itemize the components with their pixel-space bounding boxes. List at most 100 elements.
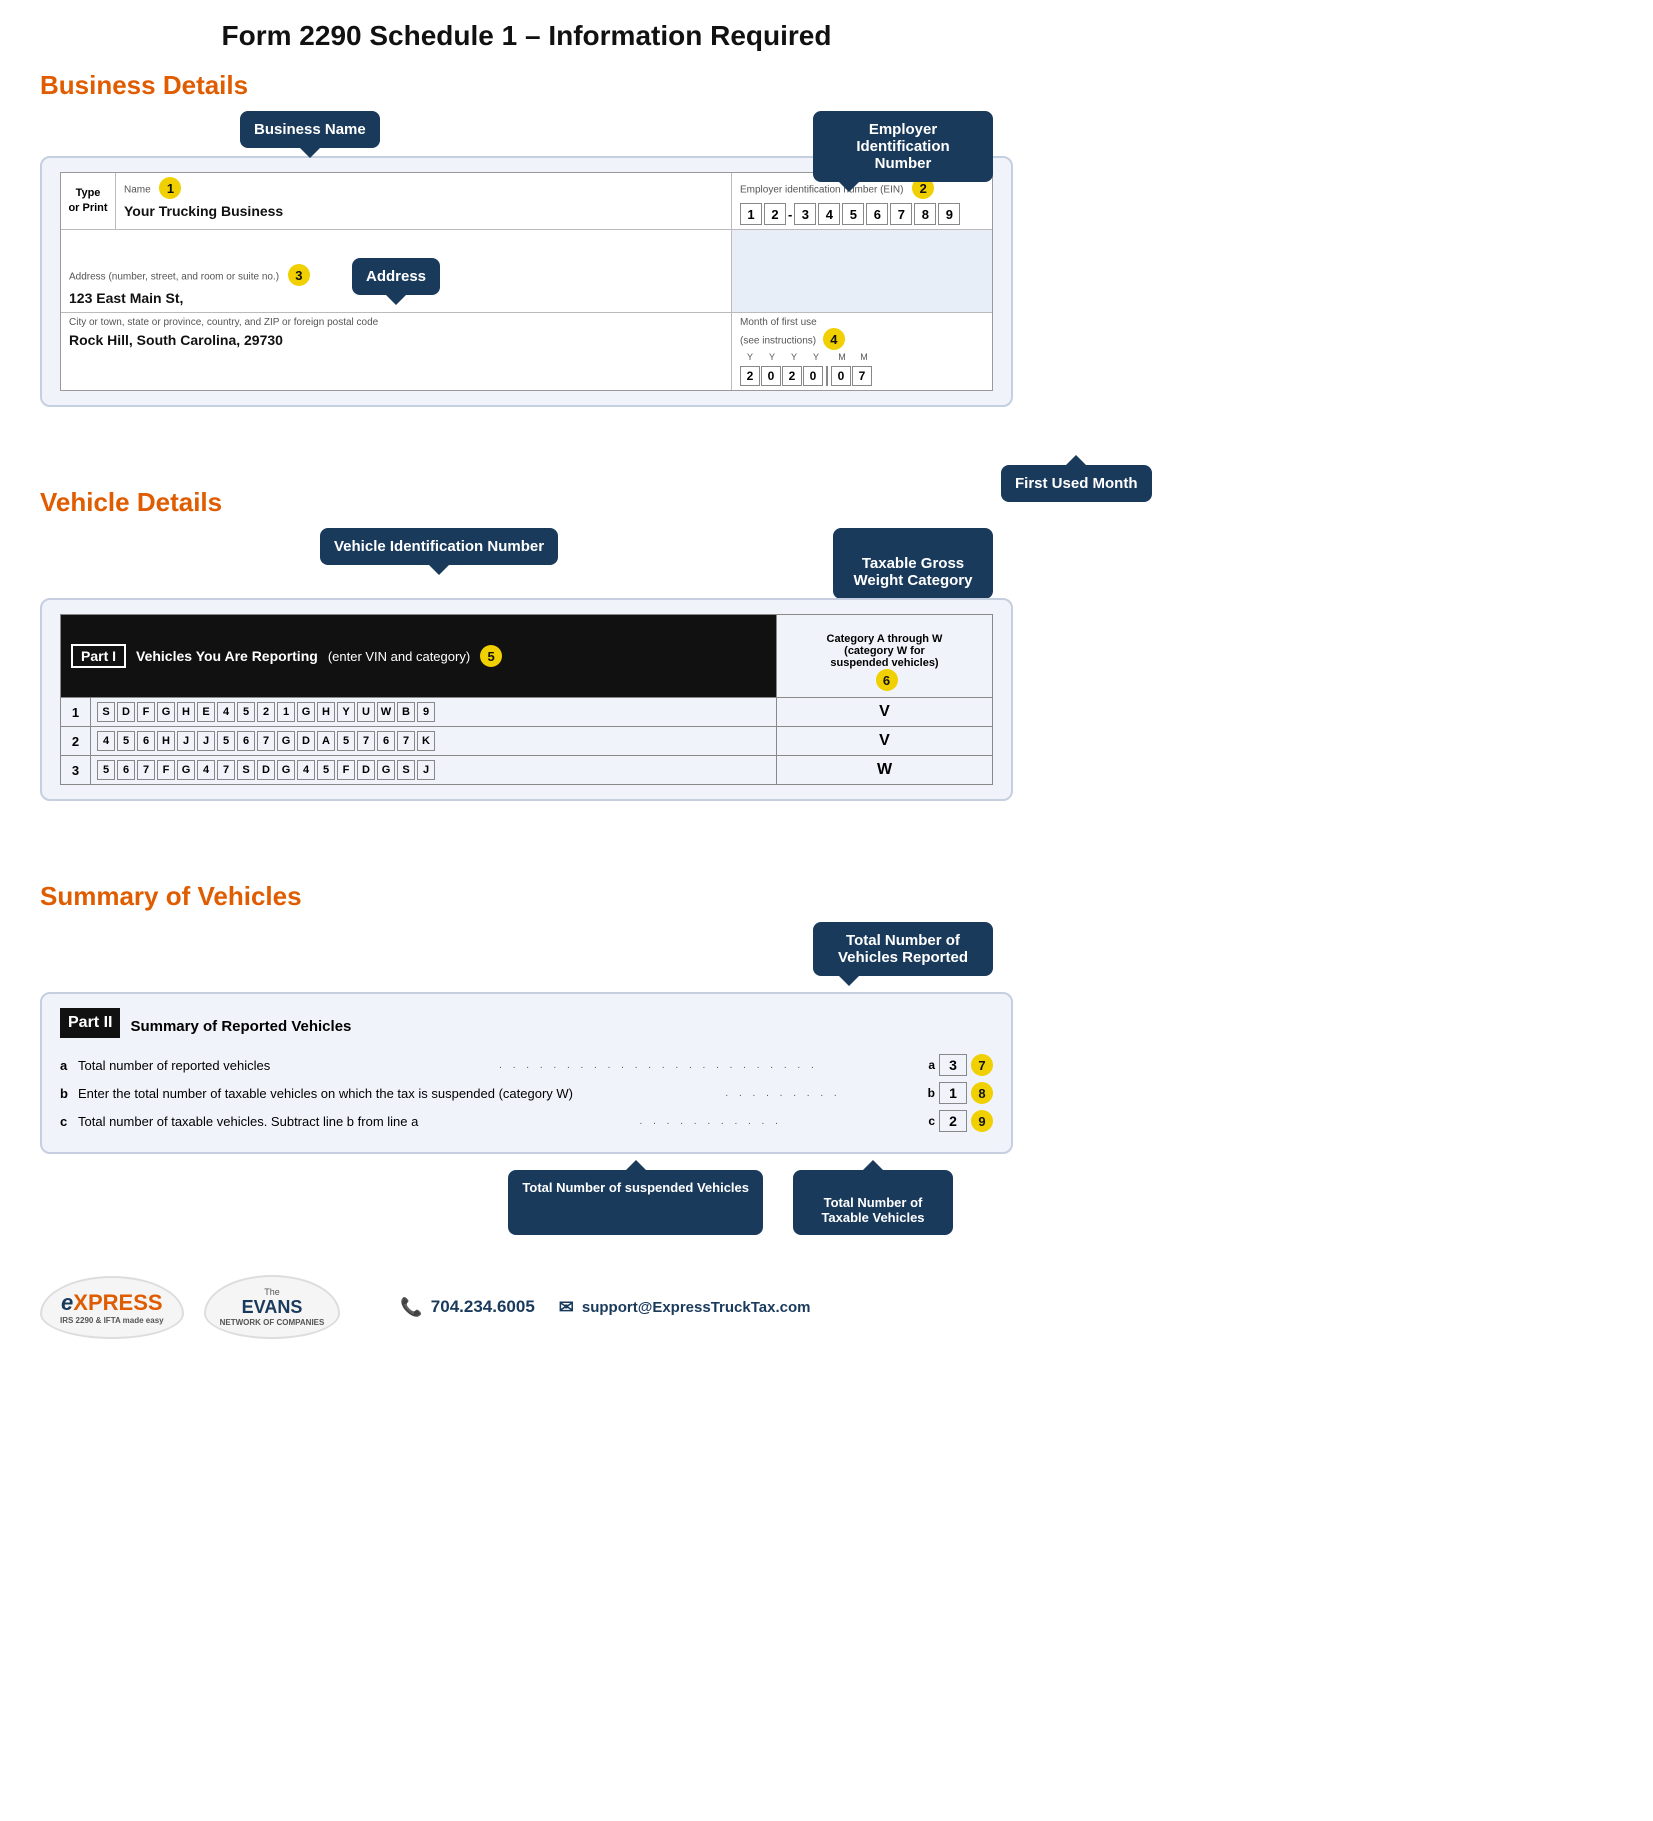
vehicle-row-3-vin: 567FG47SDG45FDGSJ — [91, 756, 777, 785]
business-form: Typeor Print Name 1 Your Trucking Busine… — [60, 172, 993, 391]
row-a-dots: . . . . . . . . . . . . . . . . . . . . … — [499, 1060, 920, 1071]
evans-name: EVANS — [242, 1297, 303, 1318]
form-row-3: City or town, state or province, country… — [61, 313, 992, 390]
ein-digit-4: 4 — [818, 203, 840, 225]
phone-number: 704.234.6005 — [431, 1297, 535, 1317]
summary-row-c: c Total number of taxable vehicles. Subt… — [60, 1110, 993, 1132]
row-c-value-box: 2 — [939, 1110, 967, 1132]
month-year-labels: Y Y Y Y M M — [740, 352, 984, 362]
name-badge: 1 — [159, 177, 181, 199]
business-form-card: Address First Used Month Typeor Print Na… — [40, 156, 1013, 407]
row-a-label: a — [60, 1058, 78, 1073]
summary-section: Summary of Vehicles Total Number of Vehi… — [40, 881, 1013, 1235]
month-digit-3: 2 — [782, 366, 802, 386]
name-cell: Name 1 Your Trucking Business — [116, 173, 732, 229]
vehicle-row-2-category: V — [777, 727, 993, 756]
page-title: Form 2290 Schedule 1 – Information Requi… — [40, 20, 1013, 52]
row-b-field: b — [928, 1086, 935, 1100]
evans-the: The — [264, 1287, 280, 1297]
vehicle-row-2-num: 2 — [61, 727, 91, 756]
part-i-title: Vehicles You Are Reporting — [136, 648, 318, 664]
summary-row-a: a Total number of reported vehicles . . … — [60, 1054, 993, 1076]
month-digit-5: 0 — [831, 366, 851, 386]
vehicle-row-2-vin: 456HJJ567GDA5767K — [91, 727, 777, 756]
row-a-text: Total number of reported vehicles — [78, 1058, 499, 1073]
month-digit-4: 0 — [803, 366, 823, 386]
vin-cell-2: 456HJJ567GDA5767K — [97, 731, 770, 751]
part-i-subtitle: (enter VIN and category) — [328, 649, 470, 664]
summary-section-title: Summary of Vehicles — [40, 881, 1013, 912]
ein-digit-6: 6 — [866, 203, 888, 225]
month-boxes: 2 0 2 0 0 7 — [740, 366, 984, 386]
ein-digit-3: 3 — [794, 203, 816, 225]
month-digit-2: 0 — [761, 366, 781, 386]
business-section-title: Business Details — [40, 70, 1013, 101]
city-value: Rock Hill, South Carolina, 29730 — [61, 328, 731, 356]
evans-logo: The EVANS NETWORK OF COMPANIES — [204, 1275, 341, 1339]
row-b-text: Enter the total number of taxable vehicl… — [78, 1086, 725, 1101]
part-i-label: Part I — [71, 644, 126, 668]
first-used-month-callout: First Used Month — [1001, 465, 1152, 502]
summary-bottom-callouts: Total Number of suspended Vehicles Total… — [40, 1170, 1013, 1235]
business-name-value: Your Trucking Business — [116, 199, 731, 225]
row-c-field: c — [928, 1114, 935, 1128]
express-logo-text: eXPRESS — [61, 1290, 163, 1316]
vehicle-row-3-num: 3 — [61, 756, 91, 785]
phone-icon: 📞 — [400, 1297, 422, 1318]
vehicle-table-body: 1 SDFGHE4521GHYUWB9 V 2 456HJJ567GDA5767… — [61, 698, 993, 785]
vehicle-row-3: 3 567FG47SDG45FDGSJ W — [61, 756, 993, 785]
vehicle-row-1-vin: SDFGHE4521GHYUWB9 — [91, 698, 777, 727]
row-a-field: a — [928, 1058, 935, 1072]
row-a-badge: 7 — [971, 1054, 993, 1076]
vehicle-form-card: Part I Vehicles You Are Reporting (enter… — [40, 598, 1013, 801]
city-label: City or town, state or province, country… — [61, 313, 731, 328]
vehicle-row-1: 1 SDFGHE4521GHYUWB9 V — [61, 698, 993, 727]
contact-info: 📞 704.234.6005 ✉ support@ExpressTruckTax… — [400, 1297, 810, 1318]
footer: eXPRESS IRS 2290 & IFTA made easy The EV… — [40, 1275, 1013, 1339]
row-c-label: c — [60, 1114, 78, 1129]
total-taxable-callout: Total Number of Taxable Vehicles — [793, 1170, 953, 1235]
ein-digit-7: 7 — [890, 203, 912, 225]
total-reported-callout: Total Number of Vehicles Reported — [813, 922, 993, 976]
taxable-gross-callout: Taxable Gross Weight Category — [833, 528, 993, 599]
row-b-dots: . . . . . . . . . — [725, 1088, 919, 1099]
phone-item: 📞 704.234.6005 — [400, 1297, 534, 1318]
vehicle-table-header-row: Part I Vehicles You Are Reporting (enter… — [61, 615, 993, 698]
address-badge: 3 — [288, 264, 310, 286]
business-section: Business Details Business Name Employer … — [40, 70, 1013, 407]
category-header-cell: Category A through W (category W for sus… — [777, 615, 993, 698]
month-divider — [826, 366, 828, 386]
ein-digit-1: 1 — [740, 203, 762, 225]
row-c-badge: 9 — [971, 1110, 993, 1132]
part-ii-title: Summary of Reported Vehicles — [130, 1018, 351, 1035]
part-i-badge: 5 — [480, 645, 502, 667]
city-cell: City or town, state or province, country… — [61, 313, 732, 390]
month-cell: Month of first use (see instructions) 4 … — [732, 313, 992, 390]
vin-callout: Vehicle Identification Number — [320, 528, 558, 565]
vin-cell-1: SDFGHE4521GHYUWB9 — [97, 702, 770, 722]
evans-network: NETWORK OF COMPANIES — [220, 1318, 325, 1327]
vehicle-row-2: 2 456HJJ567GDA5767K V — [61, 727, 993, 756]
summary-callouts-area: Total Number of Vehicles Reported — [40, 922, 1013, 992]
row-b-badge: 8 — [971, 1082, 993, 1104]
ein-boxes: 1 2 - 3 4 5 6 7 8 9 — [740, 203, 984, 225]
email-address: support@ExpressTruckTax.com — [582, 1299, 811, 1316]
total-suspended-callout: Total Number of suspended Vehicles — [508, 1170, 763, 1235]
vehicle-section-title: Vehicle Details — [40, 487, 1013, 518]
ein-digit-2: 2 — [764, 203, 786, 225]
employer-id-callout: Employer Identification Number — [813, 111, 993, 182]
ein-digit-5: 5 — [842, 203, 864, 225]
month-badge: 4 — [823, 328, 845, 350]
vehicle-row-3-category: W — [777, 756, 993, 785]
email-icon: ✉ — [559, 1297, 574, 1318]
address-callout: Address — [352, 258, 440, 295]
vehicle-row-1-num: 1 — [61, 698, 91, 727]
part-ii-header-row: Part II Summary of Reported Vehicles — [60, 1008, 993, 1044]
vehicle-section: Vehicle Details Vehicle Identification N… — [40, 487, 1013, 801]
vehicle-callouts-area: Vehicle Identification Number Taxable Gr… — [40, 528, 1013, 598]
row-b-value-box: 1 — [939, 1082, 967, 1104]
category-badge: 6 — [876, 669, 898, 691]
vehicle-table: Part I Vehicles You Are Reporting (enter… — [60, 614, 993, 785]
part-i-header-cell: Part I Vehicles You Are Reporting (enter… — [61, 615, 777, 698]
express-tagline: IRS 2290 & IFTA made easy — [60, 1316, 164, 1325]
